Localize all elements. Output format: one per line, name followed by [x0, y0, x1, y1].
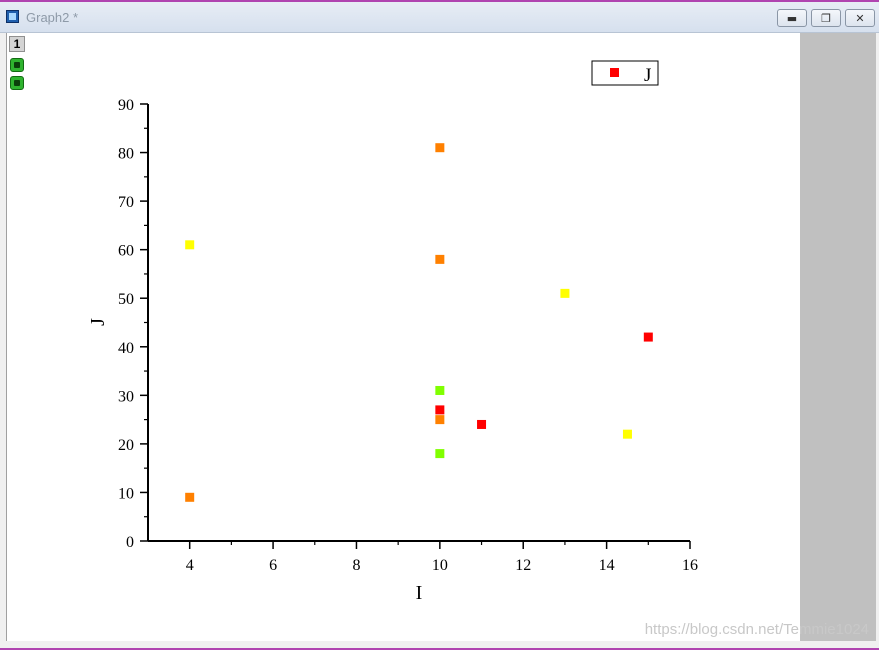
y-tick-label: 40	[118, 340, 134, 357]
y-tick-label: 30	[118, 388, 134, 405]
y-tick-label: 10	[118, 485, 134, 502]
x-axis-label: I	[416, 582, 423, 604]
y-tick-label: 20	[118, 437, 134, 454]
y-axis-label: J	[87, 318, 109, 326]
scatter-point[interactable]	[435, 385, 445, 395]
legend-marker	[610, 68, 619, 77]
scatter-point[interactable]	[622, 429, 632, 439]
scatter-point[interactable]	[435, 415, 445, 425]
scatter-point[interactable]	[185, 240, 195, 250]
scatter-point[interactable]	[185, 492, 195, 502]
scatter-point[interactable]	[435, 449, 445, 459]
y-tick-label: 60	[118, 243, 134, 260]
scatter-point[interactable]	[560, 288, 570, 298]
watermark: https://blog.csdn.net/Temmie1024	[644, 621, 869, 638]
scatter-point[interactable]	[643, 332, 653, 342]
x-tick-label: 10	[432, 557, 448, 574]
graph-window: Graph2 * ▬ ❐ ✕ 1 4 6 8 10 12 14 16 0 10 20 30 40 50 6…	[0, 0, 879, 650]
y-tick-label: 50	[118, 291, 134, 308]
x-tick-label: 8	[352, 557, 360, 574]
scatter-point[interactable]	[435, 143, 445, 153]
x-tick-label: 6	[269, 557, 277, 574]
x-tick-label: 4	[186, 557, 194, 574]
scatter-point[interactable]	[435, 254, 445, 264]
y-tick-label: 80	[118, 146, 134, 163]
x-tick-label: 16	[682, 557, 698, 574]
scatter-point[interactable]	[435, 405, 445, 415]
y-tick-label: 70	[118, 194, 134, 211]
x-tick-label: 14	[599, 557, 615, 574]
scatter-point[interactable]	[477, 419, 487, 429]
scatter-chart[interactable]: 4 6 8 10 12 14 16 0 10 20 30 40 50 60 70 80 90 I J J	[0, 2, 879, 652]
y-tick-label: 90	[118, 97, 134, 114]
legend-label: J	[644, 65, 651, 86]
x-tick-label: 12	[515, 557, 531, 574]
legend[interactable]: J	[591, 60, 659, 86]
y-tick-label: 0	[126, 534, 134, 551]
